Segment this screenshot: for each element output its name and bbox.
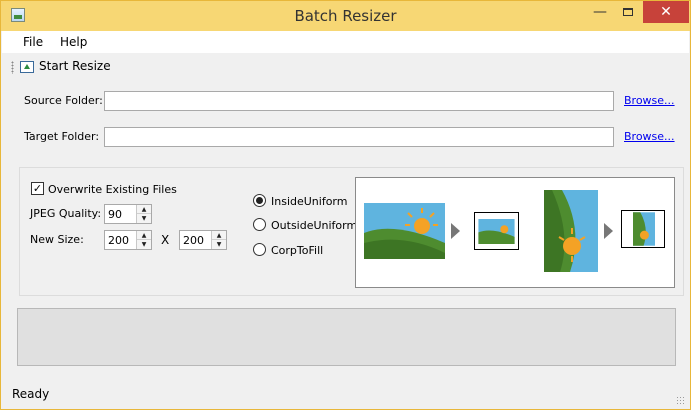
spin-up-icon[interactable]: ▲ [137,231,151,240]
jpeg-quality-spin: ▲ ▼ [136,205,151,223]
width-input[interactable] [105,231,137,249]
spin-down-icon[interactable]: ▼ [212,240,226,249]
minimize-button[interactable]: — [586,1,614,23]
jpeg-quality-label: JPEG Quality: [30,207,102,220]
portrait-image [544,190,598,272]
new-size-label: New Size: [30,233,84,246]
spin-up-icon[interactable]: ▲ [212,231,226,240]
spin-down-icon[interactable]: ▼ [137,240,151,249]
mode-inside-uniform-label: InsideUniform [271,195,348,208]
height-stepper[interactable]: ▲ ▼ [179,230,227,250]
mode-corp-to-fill-label: CorpToFill [271,244,324,257]
main-window: Batch Resizer — ✕ File Help Start Resize… [0,0,691,410]
height-spin: ▲ ▼ [211,231,226,249]
landscape-result-image [478,219,515,244]
target-folder-label: Target Folder: [24,130,100,143]
mode-outside-uniform-radio[interactable] [253,218,266,231]
target-browse-link[interactable]: Browse... [624,130,675,143]
landscape-image [364,203,445,259]
resize-preview [355,177,675,288]
portrait-result-thumb [621,210,665,248]
width-stepper[interactable]: ▲ ▼ [104,230,152,250]
height-input[interactable] [180,231,212,249]
jpeg-quality-input[interactable] [105,205,137,223]
overwrite-label: Overwrite Existing Files [48,183,177,196]
source-folder-label: Source Folder: [24,94,103,107]
target-folder-input[interactable] [104,127,614,147]
close-button[interactable]: ✕ [643,1,689,23]
menu-file[interactable]: File [23,35,43,49]
mode-corp-to-fill-radio[interactable] [253,243,266,256]
maximize-icon [623,8,633,16]
portrait-result-image [633,212,655,246]
progress-area [17,308,676,366]
source-folder-input[interactable] [104,91,614,111]
menu-bar: File Help [2,31,689,54]
spin-up-icon[interactable]: ▲ [137,205,151,214]
title-bar: Batch Resizer — ✕ [1,1,690,31]
width-spin: ▲ ▼ [136,231,151,249]
mode-outside-uniform-label: OutsideUniform [271,219,358,232]
maximize-button[interactable] [614,1,642,23]
arrow-icon [451,223,460,239]
status-bar: Ready [2,382,689,409]
toolbar: Start Resize [2,55,689,79]
arrow-icon [604,223,613,239]
jpeg-quality-stepper[interactable]: ▲ ▼ [104,204,152,224]
spin-down-icon[interactable]: ▼ [137,214,151,223]
status-text: Ready [12,387,50,401]
landscape-result-thumb [474,212,519,250]
resize-icon [20,61,34,73]
resize-grip[interactable] [676,396,686,406]
start-resize-label: Start Resize [39,59,111,73]
toolbar-grip[interactable] [11,61,14,74]
menu-help[interactable]: Help [60,35,87,49]
source-browse-link[interactable]: Browse... [624,94,675,107]
size-separator: X [161,233,170,247]
mode-inside-uniform-radio[interactable] [253,194,266,207]
overwrite-checkbox[interactable]: ✓ [31,182,44,195]
